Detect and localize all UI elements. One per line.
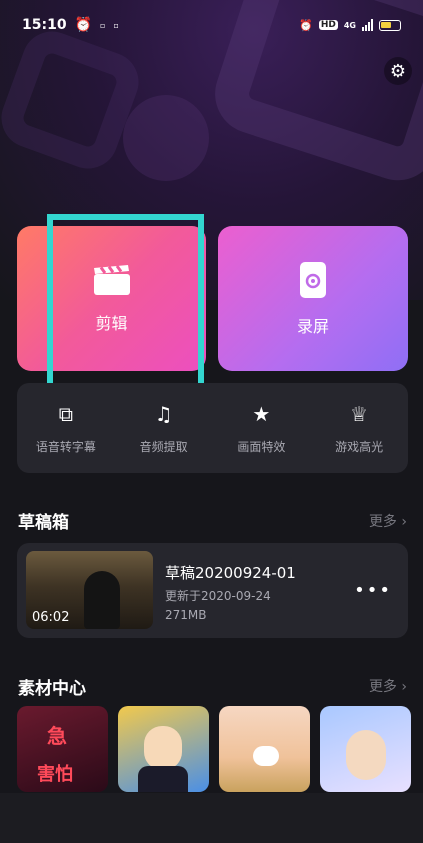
screen-record-label: 录屏 [296, 316, 329, 336]
screen-record-card-button[interactable]: 录屏 [218, 226, 408, 371]
tool-label: 游戏高光 [335, 439, 384, 454]
draft-size: 271MB [165, 608, 207, 622]
more-options-icon[interactable]: ••• [354, 580, 392, 601]
dog-figure [253, 746, 279, 766]
tool-audio-extract[interactable]: ♫ 音频提取 [115, 383, 213, 473]
draft-thumbnail: 06:02 [26, 551, 153, 629]
material-item[interactable] [118, 706, 209, 792]
draft-item[interactable]: 06:02 草稿20200924-01 更新于2020-09-24 271MB … [17, 543, 408, 638]
material-item[interactable] [320, 706, 411, 792]
notification-dot-icon: ▫ [100, 20, 106, 30]
materials-list: 急 害怕 [17, 706, 423, 792]
tool-game-highlights[interactable]: ♕ 游戏高光 [310, 383, 408, 473]
draft-name: 草稿20200924-01 [165, 564, 296, 582]
selection-highlight-box [47, 214, 204, 410]
decorative-circle [123, 95, 209, 181]
materials-title: 素材中心 [18, 679, 86, 699]
screen-record-icon [300, 261, 326, 298]
battery-icon [379, 19, 401, 31]
thumbnail-figure [84, 571, 120, 629]
materials-more-link[interactable]: 更多 › [369, 676, 407, 696]
material-item[interactable] [219, 706, 310, 792]
caption-icon: ⧉ [58, 401, 74, 426]
status-time: 15:10 [22, 17, 67, 33]
anime-girl [346, 730, 386, 780]
draft-duration: 06:02 [32, 610, 70, 625]
sparkle-effect-icon: ★ [252, 401, 271, 426]
alarm-icon: ⏰ [299, 18, 313, 32]
network-type: 4G [343, 20, 356, 30]
material-text: 急 [47, 724, 67, 748]
anime-suit [138, 766, 188, 792]
alarm-icon: ⏰ [74, 17, 93, 33]
tool-label: 语音转字幕 [35, 439, 96, 454]
anime-face [144, 726, 182, 770]
trophy-icon: ♕ [350, 401, 369, 426]
draft-updated: 更新于2020-09-24 [165, 589, 271, 603]
drafts-title: 草稿箱 [18, 513, 69, 533]
signal-icon [362, 19, 373, 31]
tool-label: 音频提取 [139, 439, 188, 454]
material-text: 害怕 [37, 764, 73, 785]
material-item[interactable]: 急 害怕 [17, 706, 108, 792]
status-bar: 15:10 ⏰ ▫ ▫ ⏰ HD 4G [0, 0, 423, 50]
bottom-navigation-bar [0, 793, 423, 843]
audio-extract-icon: ♫ [154, 401, 173, 426]
tools-bar: ⧉ 语音转字幕 ♫ 音频提取 ★ 画面特效 ♕ 游戏高光 [17, 383, 408, 473]
drafts-more-link[interactable]: 更多 › [369, 511, 407, 531]
notification-dot-icon: ▫ [113, 20, 119, 30]
tool-visual-effects[interactable]: ★ 画面特效 [213, 383, 311, 473]
hd-icon: HD [318, 20, 338, 30]
tool-speech-to-subtitle[interactable]: ⧉ 语音转字幕 [17, 383, 115, 473]
settings-gear-icon[interactable]: ⚙ [384, 57, 412, 85]
tool-label: 画面特效 [237, 439, 286, 454]
